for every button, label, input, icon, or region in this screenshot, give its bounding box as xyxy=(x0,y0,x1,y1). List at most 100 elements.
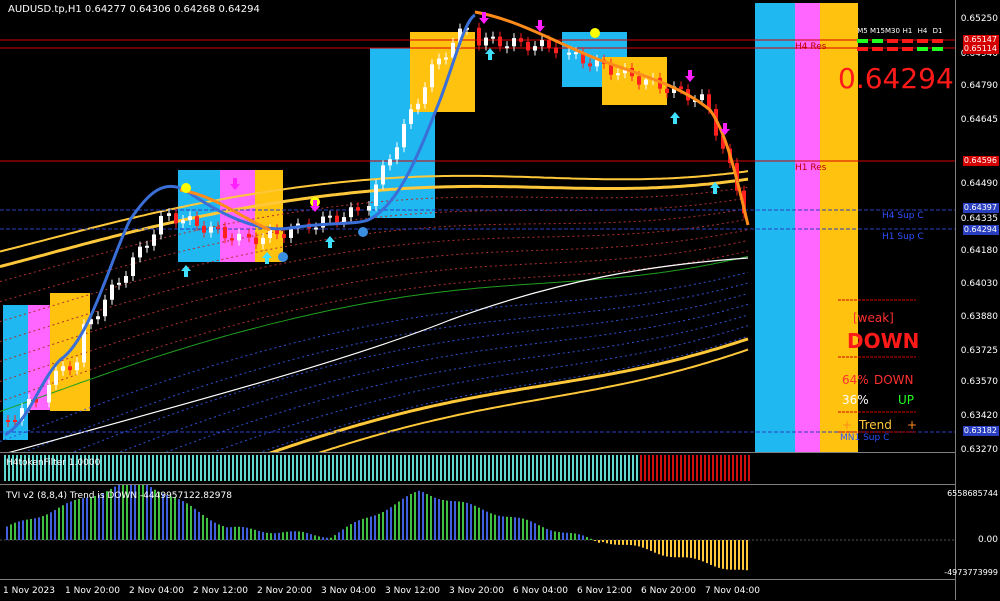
filter-bar xyxy=(320,455,322,481)
tvi-bar xyxy=(550,530,552,540)
filter-bar xyxy=(680,455,682,481)
tvi-bar xyxy=(734,540,736,570)
symbol-header: AUDUSD.tp,H1 0.64277 0.64306 0.64268 0.6… xyxy=(8,4,260,15)
filter-bar xyxy=(176,455,178,481)
filter-bar xyxy=(144,455,146,481)
tvi-bar xyxy=(282,532,284,540)
tvi-bar xyxy=(566,532,568,540)
candle-body xyxy=(342,217,346,223)
candle-body xyxy=(700,94,704,101)
time-tick: 3 Nov 04:00 xyxy=(321,586,376,596)
filter-bar xyxy=(120,455,122,481)
tvi-bar xyxy=(722,540,724,569)
timeframe-signal-bar xyxy=(887,47,898,51)
candle-body xyxy=(103,299,107,317)
filter-bar xyxy=(164,455,166,481)
candle-body xyxy=(230,238,234,241)
tvi-bar xyxy=(50,512,52,540)
filter-bar xyxy=(356,455,358,481)
tvi-bar xyxy=(230,527,232,540)
tvi-bar xyxy=(670,540,672,558)
time-axis[interactable]: 1 Nov 2023 1 Nov 20:00 2 Nov 04:00 2 Nov 12… xyxy=(0,579,956,601)
candle-body xyxy=(349,207,353,218)
timeframe-signal-bar xyxy=(872,47,883,51)
filter-bar xyxy=(344,455,346,481)
tvi-bar xyxy=(526,519,528,540)
tvi-indicator-pane[interactable]: TVI v2 (8,8,4) Trend is DOWN -4449957122… xyxy=(0,485,956,578)
filter-bar xyxy=(516,455,518,481)
tvi-bar xyxy=(298,531,300,540)
price-tick: 0.63880 xyxy=(960,312,998,322)
candle-body xyxy=(209,226,213,233)
timeframe-signal-bar xyxy=(887,39,898,43)
filter-bar xyxy=(268,455,270,481)
time-tick: 1 Nov 20:00 xyxy=(65,586,120,596)
candle-body xyxy=(223,226,227,239)
h4-res-label: H4 Res xyxy=(795,42,827,52)
filter-bar xyxy=(648,455,650,481)
tvi-bar xyxy=(650,540,652,551)
candle-body xyxy=(138,246,142,258)
filter-bar xyxy=(360,455,362,481)
tvi-bar xyxy=(690,540,692,558)
tvi-bar xyxy=(330,537,332,540)
filter-bar xyxy=(624,455,626,481)
support-band xyxy=(165,314,749,452)
filter-bar xyxy=(652,455,654,481)
tvi-bar xyxy=(598,540,600,543)
tvi-bar xyxy=(614,540,616,545)
filter-indicator-pane[interactable]: H4tokenFilter 1.0000 xyxy=(0,453,956,483)
timeframe-label: H1 xyxy=(902,27,913,35)
tvi-bar xyxy=(586,536,588,540)
support-band xyxy=(119,303,749,452)
tvi-bar xyxy=(290,531,292,540)
filter-bar xyxy=(416,455,418,481)
tvi-bar xyxy=(394,504,396,540)
filter-bar xyxy=(472,455,474,481)
tvi-bar xyxy=(206,517,208,540)
candle-body xyxy=(388,159,392,166)
buy-arrow-icon xyxy=(670,112,680,124)
tvi-bar xyxy=(194,508,196,540)
tvi-bar xyxy=(462,502,464,540)
time-tick: 2 Nov 04:00 xyxy=(129,586,184,596)
tvi-bar xyxy=(250,528,252,540)
tvi-bar xyxy=(582,535,584,540)
filter-bar xyxy=(724,455,726,481)
tvi-bar xyxy=(442,499,444,540)
tvi-bar xyxy=(38,517,40,540)
price-axis[interactable]: 0.65250 0.64940 0.64790 0.64645 0.64490 0.643… xyxy=(944,0,1000,600)
tvi-bar xyxy=(238,526,240,540)
candle-body xyxy=(512,38,516,47)
price-tick: 0.64490 xyxy=(960,179,998,189)
price-level-tag: 0.65114 xyxy=(963,44,999,54)
tvi-bar xyxy=(254,529,256,540)
tvi-bar xyxy=(350,524,352,540)
filter-bar xyxy=(260,455,262,481)
filter-bar xyxy=(276,455,278,481)
tvi-bar xyxy=(246,527,248,540)
filter-bar xyxy=(536,455,538,481)
filter-bar xyxy=(480,455,482,481)
tvi-bar xyxy=(378,513,380,540)
tvi-bar xyxy=(242,526,244,540)
price-chart[interactable] xyxy=(0,0,956,452)
up-percent: 36% xyxy=(842,393,869,407)
down-label: DOWN xyxy=(874,373,914,387)
filter-bar xyxy=(560,455,562,481)
candle-body xyxy=(498,36,502,47)
timeframe-signal-bar xyxy=(857,47,868,51)
filter-bar xyxy=(400,455,402,481)
strength-label: [weak] xyxy=(853,311,894,325)
tvi-bar xyxy=(366,517,368,540)
filter-bar xyxy=(620,455,622,481)
main-chart-pane[interactable]: AUDUSD.tp,H1 0.64277 0.64306 0.64268 0.6… xyxy=(0,0,956,452)
candle-body xyxy=(554,47,558,54)
filter-bar xyxy=(628,455,630,481)
tvi-bar xyxy=(446,500,448,540)
price-tick: 0.65250 xyxy=(960,14,998,24)
candle-body xyxy=(174,213,178,224)
tvi-bar xyxy=(522,518,524,540)
tvi-bar xyxy=(602,540,604,543)
candle-body xyxy=(547,40,551,48)
